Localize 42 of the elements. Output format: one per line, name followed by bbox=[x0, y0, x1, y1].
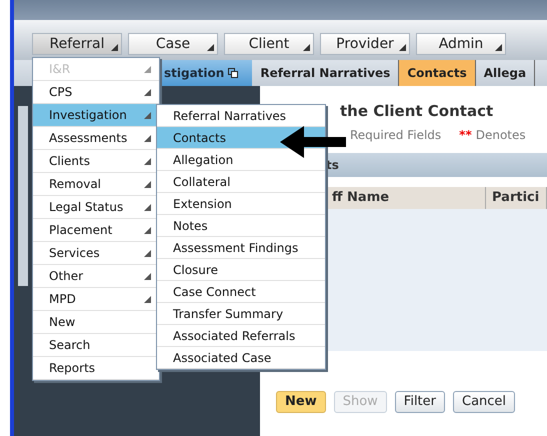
action-button[interactable]: Filter bbox=[394, 390, 445, 412]
caret-icon bbox=[111, 44, 118, 51]
submenu-item[interactable]: Associated Case bbox=[157, 347, 325, 369]
menu-bar-button[interactable]: Case bbox=[128, 33, 218, 55]
breadcrumb-tab[interactable]: Allega bbox=[476, 60, 536, 86]
menu-bar-button[interactable]: Client bbox=[224, 33, 314, 55]
submenu-item[interactable]: Collateral bbox=[157, 171, 325, 193]
breadcrumb-tab[interactable]: Contacts bbox=[399, 60, 476, 86]
caret-icon bbox=[399, 44, 406, 51]
submenu-item[interactable]: Notes bbox=[157, 215, 325, 237]
caret-icon bbox=[303, 44, 310, 51]
caret-icon bbox=[144, 181, 151, 188]
submenu-item[interactable]: Extension bbox=[157, 193, 325, 215]
action-button[interactable]: Cancel bbox=[453, 390, 516, 412]
action-button[interactable]: New bbox=[276, 390, 326, 412]
menu-item[interactable]: Investigation bbox=[33, 104, 159, 127]
caret-icon bbox=[144, 296, 151, 303]
arrow-icon bbox=[280, 126, 346, 158]
caret-icon bbox=[144, 112, 151, 119]
caret-icon bbox=[495, 44, 502, 51]
caret-icon bbox=[144, 273, 151, 280]
submenu-item[interactable]: Assessment Findings bbox=[157, 237, 325, 259]
submenu-item[interactable]: Associated Referrals bbox=[157, 325, 325, 347]
menu-bar-button[interactable]: Provider bbox=[320, 33, 410, 55]
breadcrumb-item[interactable]: stigation bbox=[160, 60, 252, 86]
submenu-item[interactable]: Transfer Summary bbox=[157, 303, 325, 325]
required-note: Required Fields bbox=[350, 126, 442, 144]
marker-note: ** Denotes bbox=[459, 126, 526, 144]
caret-icon bbox=[144, 204, 151, 211]
caret-icon bbox=[207, 44, 214, 51]
caret-icon bbox=[144, 66, 151, 73]
caret-icon bbox=[144, 227, 151, 234]
caret-icon bbox=[144, 135, 151, 142]
windows-icon bbox=[228, 68, 238, 78]
caret-icon bbox=[144, 89, 151, 96]
column-header[interactable]: Partici bbox=[486, 186, 547, 208]
submenu-item[interactable]: Case Connect bbox=[157, 281, 325, 303]
caret-icon bbox=[144, 158, 151, 165]
submenu-item[interactable]: Closure bbox=[157, 259, 325, 281]
caret-icon bbox=[144, 250, 151, 257]
menu-bar-button[interactable]: Referral bbox=[32, 33, 122, 55]
menu-bar-button[interactable]: Admin bbox=[416, 33, 506, 55]
